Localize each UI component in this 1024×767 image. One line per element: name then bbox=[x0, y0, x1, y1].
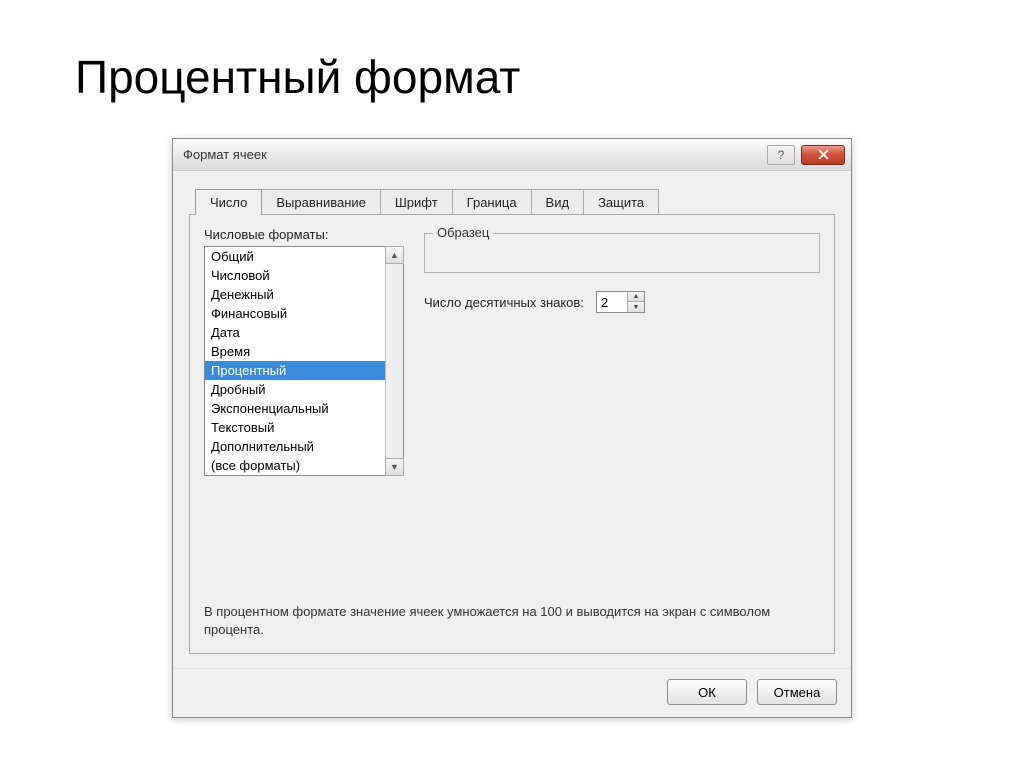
list-item-selected[interactable]: Процентный bbox=[205, 361, 385, 380]
category-listbox[interactable]: Общий Числовой Денежный Финансовый Дата … bbox=[204, 246, 404, 476]
slide-title: Процентный формат bbox=[0, 0, 1024, 124]
list-item[interactable]: Экспоненциальный bbox=[205, 399, 385, 418]
tab-border[interactable]: Граница bbox=[452, 189, 532, 214]
tab-number[interactable]: Число bbox=[195, 189, 262, 215]
titlebar: Формат ячеек ? bbox=[173, 139, 851, 171]
tab-protection[interactable]: Защита bbox=[583, 189, 659, 214]
list-item[interactable]: Время bbox=[205, 342, 385, 361]
sample-group: Образец bbox=[424, 233, 820, 273]
list-item[interactable]: Денежный bbox=[205, 285, 385, 304]
scroll-down-icon[interactable]: ▼ bbox=[385, 458, 404, 476]
decimals-input[interactable] bbox=[597, 293, 627, 312]
tab-fill[interactable]: Вид bbox=[531, 189, 585, 214]
help-icon: ? bbox=[778, 148, 785, 162]
close-icon bbox=[818, 149, 829, 160]
format-cells-dialog: Формат ячеек ? Число Выравнивание Шрифт … bbox=[172, 138, 852, 718]
list-item[interactable]: Финансовый bbox=[205, 304, 385, 323]
listbox-scrollbar[interactable]: ▲ ▼ bbox=[385, 247, 403, 475]
scroll-up-icon[interactable]: ▲ bbox=[385, 246, 404, 264]
spinner-down-icon[interactable]: ▼ bbox=[628, 302, 644, 312]
dialog-footer: ОК Отмена bbox=[173, 668, 851, 717]
list-item[interactable]: Числовой bbox=[205, 266, 385, 285]
tab-font[interactable]: Шрифт bbox=[380, 189, 453, 214]
close-button[interactable] bbox=[801, 145, 845, 165]
help-button[interactable]: ? bbox=[767, 145, 795, 165]
decimals-spinner[interactable]: ▲ ▼ bbox=[596, 291, 645, 313]
list-item[interactable]: Дробный bbox=[205, 380, 385, 399]
list-item[interactable]: Дополнительный bbox=[205, 437, 385, 456]
decimals-label: Число десятичных знаков: bbox=[424, 295, 584, 310]
dialog-title: Формат ячеек bbox=[183, 147, 267, 162]
format-description: В процентном формате значение ячеек умно… bbox=[204, 603, 820, 639]
tab-alignment[interactable]: Выравнивание bbox=[261, 189, 380, 214]
sample-label: Образец bbox=[433, 225, 493, 240]
formats-label: Числовые форматы: bbox=[204, 227, 404, 242]
tab-panel-number: Числовые форматы: Общий Числовой Денежны… bbox=[189, 214, 835, 654]
list-item[interactable]: Общий bbox=[205, 247, 385, 266]
tab-row: Число Выравнивание Шрифт Граница Вид Защ… bbox=[189, 189, 835, 214]
spinner-up-icon[interactable]: ▲ bbox=[628, 292, 644, 302]
list-item[interactable]: Текстовый bbox=[205, 418, 385, 437]
list-item[interactable]: (все форматы) bbox=[205, 456, 385, 475]
cancel-button[interactable]: Отмена bbox=[757, 679, 837, 705]
ok-button[interactable]: ОК bbox=[667, 679, 747, 705]
list-item[interactable]: Дата bbox=[205, 323, 385, 342]
